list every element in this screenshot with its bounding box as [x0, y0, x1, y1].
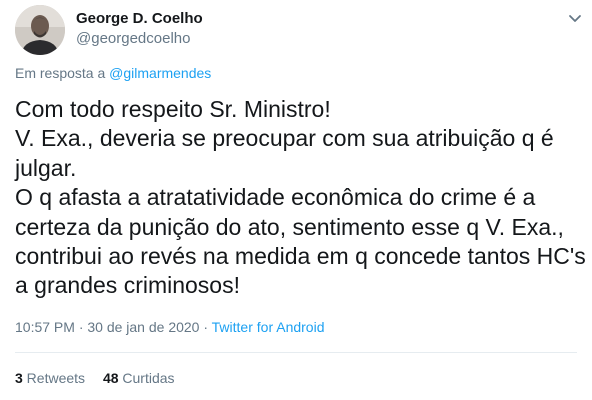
tweet-text-line: certeza da punição do ato, sentimento es… [15, 213, 564, 240]
tweet-metadata: 10:57 PM · 30 de jan de 2020 · Twitter f… [15, 318, 324, 336]
tweet-text-line: Com todo respeito Sr. Ministro! [15, 96, 331, 122]
tweet-text: Com todo respeito Sr. Ministro! V. Exa.,… [15, 95, 586, 301]
author-display-name[interactable]: George D. Coelho [76, 10, 203, 28]
tweet-card: George D. Coelho @georgedcoelho Em respo… [0, 0, 592, 400]
avatar-image [15, 5, 65, 55]
tweet-text-line: julgar. [15, 154, 77, 181]
tweet-source-link[interactable]: Twitter for Android [212, 319, 325, 335]
reply-context: Em resposta a @gilmarmendes [15, 64, 211, 82]
reply-mention-link[interactable]: @gilmarmendes [109, 65, 211, 81]
tweet-text-line: a grandes criminosos! [15, 272, 240, 299]
author-handle[interactable]: @georgedcoelho [76, 30, 190, 48]
tweet-stats: 3 Retweets 48 Curtidas [15, 369, 189, 387]
divider [15, 352, 577, 353]
avatar[interactable] [15, 5, 65, 55]
tweet-text-line: contribui ao revés na medida em q conced… [15, 243, 586, 270]
likes-label: Curtidas [118, 370, 175, 386]
chevron-down-icon[interactable] [566, 9, 584, 27]
retweets-stat[interactable]: 3 Retweets [15, 370, 85, 386]
reply-prefix: Em resposta a [15, 65, 110, 81]
likes-stat[interactable]: 48 Curtidas [103, 370, 175, 386]
retweets-label: Retweets [22, 370, 86, 386]
tweet-timestamp[interactable]: 10:57 PM · 30 de jan de 2020 · [15, 319, 212, 335]
likes-count: 48 [102, 370, 119, 386]
tweet-text-line: O q afasta a atratatividade econômica do… [15, 184, 536, 211]
tweet-text-line: V. Exa., deveria se preocupar com sua at… [15, 125, 554, 152]
retweets-count: 3 [15, 370, 23, 386]
